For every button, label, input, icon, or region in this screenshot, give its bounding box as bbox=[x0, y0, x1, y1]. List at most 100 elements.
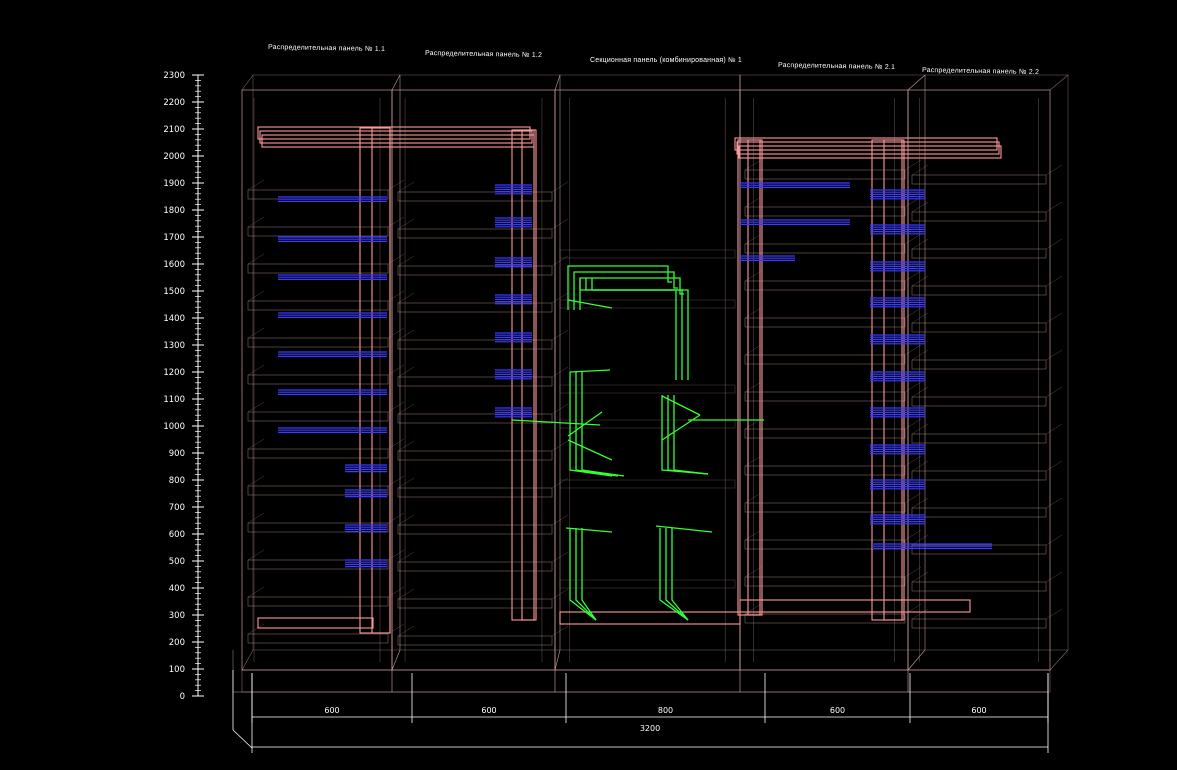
shelf-edge bbox=[1045, 497, 1063, 509]
shelf-module bbox=[911, 581, 1047, 592]
width-dimension-label: 600 bbox=[830, 706, 845, 715]
shelf-edge bbox=[744, 307, 762, 319]
shelf-module bbox=[911, 248, 1047, 259]
cabinet-back-frame bbox=[252, 74, 401, 651]
cabinet-shelves bbox=[247, 159, 1063, 646]
shelf-edge bbox=[1045, 201, 1063, 213]
shelf-edge bbox=[904, 566, 922, 578]
scale-tick-label: 600 bbox=[169, 530, 185, 540]
shelf-edge bbox=[904, 159, 922, 171]
cabinet-edge bbox=[907, 649, 926, 671]
cabinet-front-frame bbox=[907, 89, 1051, 671]
shelf-module bbox=[744, 613, 906, 624]
shelf-edge bbox=[904, 233, 922, 245]
vertical-riser bbox=[359, 127, 391, 634]
scale-tick-label: 1200 bbox=[163, 368, 185, 378]
shelf-module bbox=[397, 228, 553, 239]
shelf-edge bbox=[904, 307, 922, 319]
section-busbar-top bbox=[585, 278, 683, 380]
section-busbar-bottom-left bbox=[581, 528, 597, 621]
shelf-edge bbox=[1045, 460, 1063, 472]
scale-tick-label: 2000 bbox=[163, 152, 185, 162]
shelf-edge bbox=[911, 201, 929, 213]
shelf-edge bbox=[744, 196, 762, 208]
shelf-edge bbox=[397, 255, 415, 267]
width-dimension-label: 600 bbox=[481, 706, 496, 715]
shelf-edge bbox=[744, 492, 762, 504]
shelf-edge bbox=[247, 549, 265, 561]
shelf-edge bbox=[911, 386, 929, 398]
shelf-edge bbox=[1045, 312, 1063, 324]
scale-tick-label: 1600 bbox=[163, 260, 185, 270]
scale-tick-label: 100 bbox=[169, 665, 185, 675]
shelf-edge bbox=[397, 403, 415, 415]
section-busbars bbox=[511, 265, 764, 621]
shelf-edge bbox=[911, 460, 929, 472]
shelf-module bbox=[559, 384, 736, 394]
shelf-module bbox=[247, 337, 389, 348]
scale-tick-label: 900 bbox=[169, 449, 185, 459]
shelf-module bbox=[911, 433, 1047, 444]
shelf-module bbox=[247, 596, 389, 607]
top-busbar-left bbox=[261, 134, 535, 148]
shelf-edge bbox=[744, 455, 762, 467]
cabinet-edge bbox=[907, 74, 926, 91]
shelf-module bbox=[911, 322, 1047, 333]
shelf-edge bbox=[247, 512, 265, 524]
top-busbar-right bbox=[734, 137, 998, 151]
section-busbar-top bbox=[591, 278, 689, 380]
shelf-edge bbox=[911, 349, 929, 361]
shelf-module bbox=[247, 226, 389, 237]
cabinet-edge bbox=[1049, 74, 1069, 91]
switchboard-drawing: Распределительная панель № 1.1 Распредел… bbox=[0, 0, 1177, 770]
shelf-edge bbox=[1045, 571, 1063, 583]
shelf-edge bbox=[397, 181, 415, 193]
cabinet-edge bbox=[241, 649, 254, 671]
cabinet-back-frame bbox=[739, 74, 926, 651]
scale-tick-label: 200 bbox=[169, 638, 185, 648]
shelf-edge bbox=[397, 551, 415, 563]
shelf-edge bbox=[397, 218, 415, 230]
cabinet-plinth bbox=[241, 669, 393, 693]
shelf-edge bbox=[247, 586, 265, 598]
shelf-edge bbox=[247, 179, 265, 191]
scale-tick-label: 1500 bbox=[163, 287, 185, 297]
shelf-module bbox=[247, 448, 389, 459]
width-dimension-label: 800 bbox=[658, 706, 673, 715]
scale-tick-label: 1000 bbox=[163, 422, 185, 432]
shelf-edge bbox=[397, 588, 415, 600]
cabinet-edge bbox=[554, 649, 561, 671]
shelf-edge bbox=[247, 364, 265, 376]
shelf-edge bbox=[744, 270, 762, 282]
shelf-edge bbox=[397, 477, 415, 489]
shelf-module bbox=[744, 428, 906, 439]
shelf-module bbox=[911, 618, 1047, 629]
shelf-module bbox=[397, 487, 553, 498]
shelf-edge bbox=[247, 401, 265, 413]
shelf-module bbox=[247, 300, 389, 311]
top-busbar-right bbox=[738, 145, 1002, 159]
scale-tick-label: 1800 bbox=[163, 206, 185, 216]
cabinet-2 bbox=[391, 74, 561, 693]
shelf-module bbox=[911, 174, 1047, 185]
shelf-module bbox=[397, 635, 553, 646]
shelf-module bbox=[397, 413, 553, 424]
shelf-module bbox=[559, 249, 736, 259]
cabinet-edge bbox=[391, 649, 401, 671]
width-dimensions: 600 600 800 600 600 3200 bbox=[232, 670, 1049, 753]
shelf-module bbox=[911, 470, 1047, 481]
cabinet-front-frame bbox=[739, 89, 909, 671]
shelf-edge bbox=[1045, 238, 1063, 250]
shelf-module bbox=[247, 411, 389, 422]
shelf-edge bbox=[744, 529, 762, 541]
shelf-module bbox=[911, 211, 1047, 222]
shelf-edge bbox=[904, 418, 922, 430]
shelf-edge bbox=[397, 366, 415, 378]
shelf-edge bbox=[397, 514, 415, 526]
cabinet-1 bbox=[241, 74, 401, 693]
shelf-module bbox=[247, 189, 389, 200]
shelf-module bbox=[744, 465, 906, 476]
shelf-edge bbox=[397, 329, 415, 341]
shelf-edge bbox=[904, 344, 922, 356]
shelf-edge bbox=[1045, 423, 1063, 435]
